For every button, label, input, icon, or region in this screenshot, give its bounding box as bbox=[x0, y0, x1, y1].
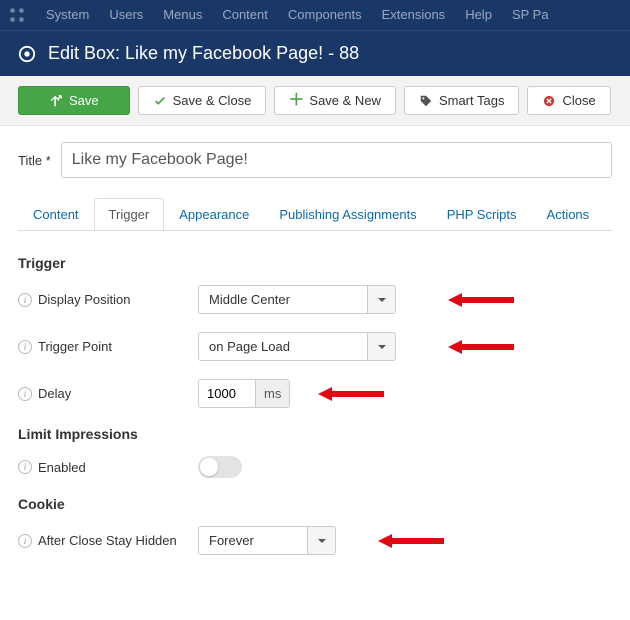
caret-down-icon bbox=[378, 298, 386, 302]
tab-appearance[interactable]: Appearance bbox=[164, 198, 264, 231]
topnav-users[interactable]: Users bbox=[99, 0, 153, 30]
tab-advanced[interactable]: Adva bbox=[604, 198, 612, 231]
save-close-label: Save & Close bbox=[173, 93, 252, 108]
smart-tags-label: Smart Tags bbox=[439, 93, 505, 108]
caret-down-icon bbox=[318, 539, 326, 543]
after-close-label: After Close Stay Hidden bbox=[38, 533, 177, 548]
admin-topnav: System Users Menus Content Components Ex… bbox=[0, 0, 630, 30]
caret-down-icon bbox=[378, 345, 386, 349]
page-title: Edit Box: Like my Facebook Page! - 88 bbox=[48, 43, 359, 64]
tag-icon bbox=[419, 94, 433, 108]
target-icon bbox=[18, 45, 36, 63]
trigger-point-label: Trigger Point bbox=[38, 339, 112, 354]
trigger-point-select[interactable]: on Page Load bbox=[198, 332, 396, 361]
save-label: Save bbox=[69, 93, 99, 108]
close-icon bbox=[542, 94, 556, 108]
delay-input-group: ms bbox=[198, 379, 290, 408]
save-new-label: Save & New bbox=[309, 93, 381, 108]
display-position-value: Middle Center bbox=[198, 285, 368, 314]
save-close-button[interactable]: Save & Close bbox=[138, 86, 267, 115]
topnav-content[interactable]: Content bbox=[212, 0, 278, 30]
section-heading-cookie: Cookie bbox=[18, 496, 612, 512]
display-position-label: Display Position bbox=[38, 292, 131, 307]
action-toolbar: Save Save & Close ＋ Save & New Smart Tag… bbox=[0, 76, 630, 126]
delay-unit: ms bbox=[256, 379, 290, 408]
info-icon[interactable]: i bbox=[18, 293, 32, 307]
section-heading-trigger: Trigger bbox=[18, 255, 612, 271]
topnav-menus[interactable]: Menus bbox=[153, 0, 212, 30]
field-trigger-point: i Trigger Point on Page Load bbox=[18, 332, 612, 361]
info-icon[interactable]: i bbox=[18, 340, 32, 354]
topnav-components[interactable]: Components bbox=[278, 0, 372, 30]
delay-input[interactable] bbox=[198, 379, 256, 408]
annotation-arrow bbox=[318, 384, 384, 404]
topnav-extensions[interactable]: Extensions bbox=[372, 0, 456, 30]
display-position-select[interactable]: Middle Center bbox=[198, 285, 396, 314]
field-display-position: i Display Position Middle Center bbox=[18, 285, 612, 314]
tab-trigger[interactable]: Trigger bbox=[94, 198, 165, 231]
content-area: Title * Content Trigger Appearance Publi… bbox=[0, 126, 630, 589]
enabled-label: Enabled bbox=[38, 460, 86, 475]
trigger-point-value: on Page Load bbox=[198, 332, 368, 361]
delay-label: Delay bbox=[38, 386, 71, 401]
tab-bar: Content Trigger Appearance Publishing As… bbox=[18, 198, 612, 231]
annotation-arrow bbox=[378, 531, 444, 551]
title-label: Title * bbox=[18, 153, 51, 168]
apply-icon bbox=[49, 94, 63, 108]
after-close-select[interactable]: Forever bbox=[198, 526, 336, 555]
field-after-close: i After Close Stay Hidden Forever bbox=[18, 526, 612, 555]
smart-tags-button[interactable]: Smart Tags bbox=[404, 86, 520, 115]
close-button[interactable]: Close bbox=[527, 86, 610, 115]
save-new-button[interactable]: ＋ Save & New bbox=[274, 86, 396, 115]
section-heading-limit: Limit Impressions bbox=[18, 426, 612, 442]
enabled-toggle[interactable] bbox=[198, 456, 242, 478]
info-icon[interactable]: i bbox=[18, 387, 32, 401]
check-icon bbox=[153, 94, 167, 108]
info-icon[interactable]: i bbox=[18, 534, 32, 548]
select-caret-button[interactable] bbox=[368, 332, 396, 361]
title-input[interactable] bbox=[61, 142, 612, 178]
plus-icon: ＋ bbox=[289, 94, 303, 108]
field-enabled: i Enabled bbox=[18, 456, 612, 478]
tab-content[interactable]: Content bbox=[18, 198, 94, 231]
field-delay: i Delay ms bbox=[18, 379, 612, 408]
tab-publishing[interactable]: Publishing Assignments bbox=[264, 198, 431, 231]
annotation-arrow bbox=[448, 337, 514, 357]
select-caret-button[interactable] bbox=[308, 526, 336, 555]
page-titlebar: Edit Box: Like my Facebook Page! - 88 bbox=[0, 30, 630, 76]
select-caret-button[interactable] bbox=[368, 285, 396, 314]
info-icon[interactable]: i bbox=[18, 460, 32, 474]
close-label: Close bbox=[562, 93, 595, 108]
topnav-help[interactable]: Help bbox=[455, 0, 502, 30]
tab-php[interactable]: PHP Scripts bbox=[432, 198, 532, 231]
after-close-value: Forever bbox=[198, 526, 308, 555]
joomla-logo-icon bbox=[8, 6, 26, 24]
topnav-system[interactable]: System bbox=[36, 0, 99, 30]
tab-actions[interactable]: Actions bbox=[532, 198, 605, 231]
topnav-sp[interactable]: SP Pa bbox=[502, 0, 559, 30]
toggle-knob bbox=[200, 458, 218, 476]
title-field-row: Title * bbox=[18, 142, 612, 178]
annotation-arrow bbox=[448, 290, 514, 310]
save-button[interactable]: Save bbox=[18, 86, 130, 115]
